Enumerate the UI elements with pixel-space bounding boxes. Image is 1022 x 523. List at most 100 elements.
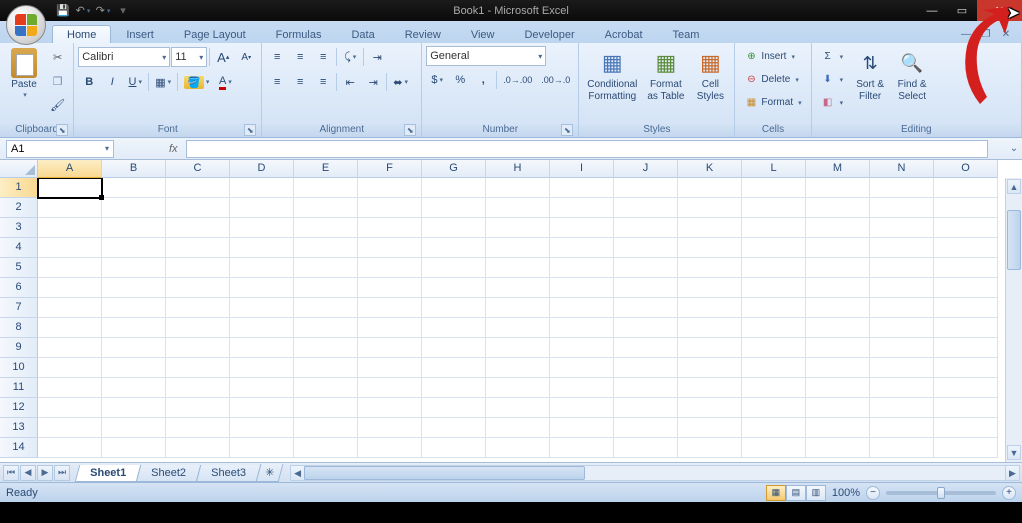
cell-D10[interactable] [230,358,294,378]
cell-F9[interactable] [358,338,422,358]
autosum-button[interactable]: Σ▾ [816,46,849,67]
cell-H3[interactable] [486,218,550,238]
cell-L1[interactable] [742,178,806,198]
cell-styles-button[interactable]: ▦Cell Styles [690,46,730,104]
cell-H11[interactable] [486,378,550,398]
tab-acrobat[interactable]: Acrobat [590,25,658,43]
view-normal-button[interactable]: ▦ [766,485,786,501]
cell-L2[interactable] [742,198,806,218]
merge-center-button[interactable]: ⬌▾ [389,71,412,93]
vertical-scrollbar[interactable]: ▲ ▼ [1005,178,1022,462]
cell-K2[interactable] [678,198,742,218]
column-header-N[interactable]: N [870,160,934,178]
cell-M8[interactable] [806,318,870,338]
delete-cells-button[interactable]: ⊖Delete▾ [739,69,806,90]
cell-E8[interactable] [294,318,358,338]
alignment-launcher[interactable]: ⬊ [404,124,416,136]
conditional-formatting-button[interactable]: ▦Conditional Formatting [583,46,641,104]
font-name-combo[interactable]: Calibri▾ [78,47,170,67]
cell-L14[interactable] [742,438,806,458]
cell-E11[interactable] [294,378,358,398]
cell-F4[interactable] [358,238,422,258]
cell-I13[interactable] [550,418,614,438]
cell-J10[interactable] [614,358,678,378]
cell-J11[interactable] [614,378,678,398]
row-header-5[interactable]: 5 [0,258,38,278]
tab-data[interactable]: Data [336,25,389,43]
scroll-right-icon[interactable]: ▶ [1005,465,1020,481]
doc-close-button[interactable]: ✕ [998,29,1014,43]
cell-F11[interactable] [358,378,422,398]
redo-icon[interactable]: ↷▾ [95,3,111,19]
cell-K11[interactable] [678,378,742,398]
row-header-7[interactable]: 7 [0,298,38,318]
align-right-button[interactable]: ≡ [312,71,334,93]
cell-F7[interactable] [358,298,422,318]
cell-H12[interactable] [486,398,550,418]
sort-filter-button[interactable]: ⇅Sort & Filter [850,46,890,104]
cell-C7[interactable] [166,298,230,318]
cell-D6[interactable] [230,278,294,298]
cell-H6[interactable] [486,278,550,298]
scroll-down-icon[interactable]: ▼ [1007,445,1021,460]
cell-I10[interactable] [550,358,614,378]
cell-L7[interactable] [742,298,806,318]
cell-G1[interactable] [422,178,486,198]
cell-J9[interactable] [614,338,678,358]
cell-D4[interactable] [230,238,294,258]
italic-button[interactable]: I [101,71,123,93]
orientation-button[interactable]: ⤹▾ [339,46,361,68]
cell-J1[interactable] [614,178,678,198]
cell-N11[interactable] [870,378,934,398]
cell-M13[interactable] [806,418,870,438]
row-header-13[interactable]: 13 [0,418,38,438]
cell-H13[interactable] [486,418,550,438]
cell-L8[interactable] [742,318,806,338]
cell-C6[interactable] [166,278,230,298]
cell-F13[interactable] [358,418,422,438]
cell-K9[interactable] [678,338,742,358]
column-header-C[interactable]: C [166,160,230,178]
cell-K14[interactable] [678,438,742,458]
format-as-table-button[interactable]: ▦Format as Table [643,46,688,104]
column-header-F[interactable]: F [358,160,422,178]
cell-K13[interactable] [678,418,742,438]
scroll-left-icon[interactable]: ◀ [290,465,305,481]
wrap-text-button[interactable]: ⇥ [366,46,388,68]
cell-B12[interactable] [102,398,166,418]
doc-restore-button[interactable]: ❐ [978,29,994,43]
cell-C4[interactable] [166,238,230,258]
cell-I3[interactable] [550,218,614,238]
cell-O6[interactable] [934,278,998,298]
cell-E4[interactable] [294,238,358,258]
column-header-K[interactable]: K [678,160,742,178]
cell-H1[interactable] [486,178,550,198]
cell-I6[interactable] [550,278,614,298]
cell-E6[interactable] [294,278,358,298]
fx-icon[interactable]: fx [169,143,178,155]
cell-I7[interactable] [550,298,614,318]
column-header-H[interactable]: H [486,160,550,178]
doc-minimize-button[interactable]: — [958,29,974,43]
cell-E10[interactable] [294,358,358,378]
cell-O10[interactable] [934,358,998,378]
decrease-decimal-button[interactable]: .00→.0 [537,69,574,91]
cell-H10[interactable] [486,358,550,378]
percent-button[interactable]: % [449,69,471,91]
cell-N6[interactable] [870,278,934,298]
row-header-4[interactable]: 4 [0,238,38,258]
cell-O5[interactable] [934,258,998,278]
cell-O7[interactable] [934,298,998,318]
fill-color-button[interactable]: 🪣▾ [180,71,213,93]
cell-K6[interactable] [678,278,742,298]
cell-C5[interactable] [166,258,230,278]
underline-button[interactable]: U▾ [124,71,146,93]
cell-F8[interactable] [358,318,422,338]
zoom-level[interactable]: 100% [832,487,860,499]
cell-D14[interactable] [230,438,294,458]
cell-O13[interactable] [934,418,998,438]
cell-G5[interactable] [422,258,486,278]
cell-D12[interactable] [230,398,294,418]
view-page-layout-button[interactable]: ▤ [786,485,806,501]
cell-A4[interactable] [38,238,102,258]
